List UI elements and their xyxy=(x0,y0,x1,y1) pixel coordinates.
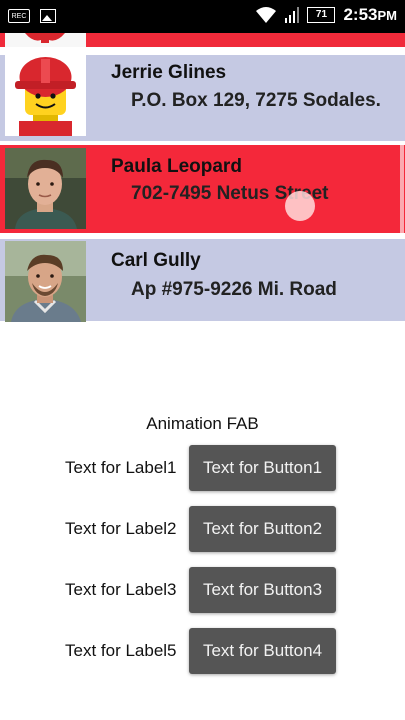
button-3[interactable]: Text for Button3 xyxy=(189,567,336,613)
button-4[interactable]: Text for Button4 xyxy=(189,628,336,674)
contact-address: Ap #975-9226 Mi. Road xyxy=(131,279,337,300)
button-2[interactable]: Text for Button2 xyxy=(189,506,336,552)
rec-icon: REC xyxy=(8,9,30,23)
label-5: Text for Label5 xyxy=(65,641,177,660)
clock: 2:53PM xyxy=(343,5,397,25)
button-1[interactable]: Text for Button1 xyxy=(189,445,336,491)
scrollbar[interactable] xyxy=(400,145,404,233)
avatar xyxy=(5,33,86,47)
battery-icon: 71 xyxy=(307,7,336,23)
avatar xyxy=(5,55,86,136)
list-item-carl[interactable]: Carl Gully Ap #975-9226 Mi. Road xyxy=(0,239,405,322)
avatar xyxy=(5,148,86,229)
clock-time: 2:53 xyxy=(343,5,378,24)
contact-name: Jerrie Glines xyxy=(111,62,227,83)
label-2: Text for Label2 xyxy=(65,519,177,538)
signal-icon xyxy=(285,7,300,23)
contact-address: P.O. Box 129, 7275 Sodales. xyxy=(131,90,381,111)
avatar xyxy=(5,241,86,322)
contact-name: Carl Gully xyxy=(111,250,201,271)
fab-title: Animation FAB xyxy=(146,414,259,433)
status-bar: REC 71 2:53PM xyxy=(0,0,405,33)
list-item-paula[interactable]: Paula Leopard 702-7495 Netus Street xyxy=(0,145,405,233)
clock-suffix: PM xyxy=(377,8,398,23)
wifi-icon xyxy=(256,7,277,23)
list-item-partial[interactable] xyxy=(0,33,405,47)
label-1: Text for Label1 xyxy=(65,458,177,477)
image-icon xyxy=(40,9,56,23)
touch-ripple xyxy=(285,191,315,221)
list-item-jerrie[interactable]: Jerrie Glines P.O. Box 129, 7275 Sodales… xyxy=(0,55,405,141)
contact-name: Paula Leopard xyxy=(111,156,242,177)
label-3: Text for Label3 xyxy=(65,580,177,599)
